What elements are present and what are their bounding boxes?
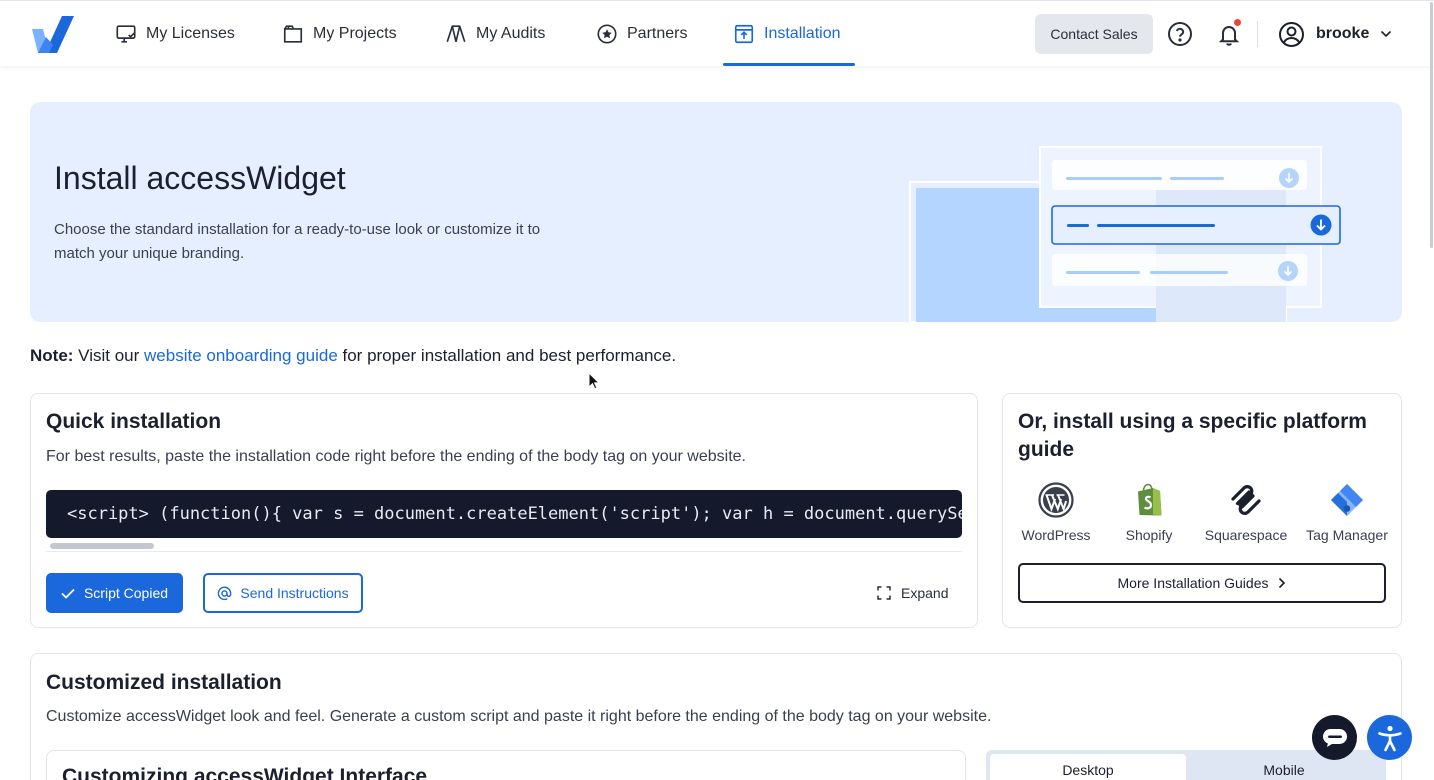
installation-code: <script> (function(){ var s = document.c… [67,504,962,524]
wordpress-icon [1038,482,1074,518]
top-navigation: My Licenses My Projects My Audits Partne… [0,0,1434,66]
platform-guides-title: Or, install using a specific platform gu… [1018,410,1367,461]
customized-installation-card: Customized installation Customize access… [30,653,1402,780]
expand-icon [877,586,891,600]
username: brooke [1316,25,1370,42]
nav-partners[interactable]: Partners [596,1,687,67]
at-sign-icon [218,586,232,600]
installation-code-box[interactable]: <script> (function(){ var s = document.c… [46,490,962,538]
squarespace-label: Squarespace [1204,527,1288,543]
platform-tag-manager[interactable]: Tag Manager [1299,482,1395,544]
quick-installation-description: For best results, paste the installation… [46,448,746,465]
quick-installation-title: Quick installation [46,410,222,433]
tab-desktop[interactable]: Desktop [990,754,1186,780]
code-horizontal-scrollbar[interactable] [46,540,962,552]
page-scrollbar[interactable] [1430,2,1433,248]
licenses-icon [116,25,136,43]
accessibility-person-icon [1377,725,1402,751]
check-icon [61,588,75,599]
installation-illustration [909,146,1341,322]
install-hero-banner: Install accessWidget Choose the standard… [30,102,1402,322]
customized-installation-description: Customize accessWidget look and feel. Ge… [46,708,992,725]
onboarding-guide-link[interactable]: website onboarding guide [144,346,338,365]
nav-my-projects[interactable]: My Projects [282,1,397,67]
scrollbar-thumb[interactable] [50,543,154,549]
platform-squarespace[interactable]: Squarespace [1198,482,1294,544]
chat-widget-button[interactable] [1312,715,1357,760]
user-menu[interactable]: brooke [1278,1,1392,67]
tag-manager-icon [1331,484,1363,516]
customizing-interface-title: Customizing accessWidget Interface [62,765,428,780]
customizing-interface-panel: Customizing accessWidget Interface [46,750,966,780]
more-installation-guides-button[interactable]: More Installation Guides [1018,563,1386,603]
nav-installation[interactable]: Installation [733,1,841,67]
platform-guides-card: Or, install using a specific platform gu… [1002,393,1402,628]
partners-star-icon [597,24,617,44]
squarespace-icon [1231,485,1261,515]
chat-bubble-icon [1322,728,1347,747]
script-copied-label: Script Copied [83,585,169,601]
nav-partners-label: Partners [627,25,688,42]
chevron-down-icon [1381,30,1392,38]
expand-label: Expand [901,585,949,601]
quick-installation-card: Quick installation For best results, pas… [30,393,978,628]
note-text-after: for proper installation and best perform… [337,346,677,365]
send-instructions-label: Send Instructions [240,585,349,601]
active-tab-indicator [723,63,855,66]
script-copied-button[interactable]: Script Copied [46,573,183,613]
nav-my-audits-label: My Audits [476,25,546,42]
nav-my-audits[interactable]: My Audits [445,1,545,67]
audits-icon [446,25,466,43]
projects-icon [283,25,303,43]
wordpress-label: WordPress [1021,527,1091,543]
nav-my-projects-label: My Projects [313,25,397,42]
nav-my-licenses-label: My Licenses [146,25,235,42]
tab-mobile[interactable]: Mobile [1186,754,1382,780]
contact-sales-button[interactable]: Contact Sales [1035,14,1153,54]
help-icon[interactable] [1167,21,1193,47]
nav-my-licenses[interactable]: My Licenses [115,1,235,67]
accessibility-widget-button[interactable] [1367,715,1412,760]
accessibe-logo[interactable] [31,15,75,55]
tag-manager-label: Tag Manager [1306,527,1388,543]
user-avatar-icon [1279,21,1304,47]
header-divider [1257,21,1258,47]
platform-list: WordPress Shopify Squarespace Tag Manage… [1013,482,1395,544]
chevron-right-icon [1279,577,1286,589]
page-title: Install accessWidget [54,160,346,196]
platform-shopify[interactable]: Shopify [1101,482,1197,544]
note-text-before: Visit our [73,346,145,365]
send-instructions-button[interactable]: Send Instructions [203,573,363,613]
expand-button[interactable]: Expand [877,573,948,613]
mouse-cursor-icon [588,372,600,390]
notification-badge [1233,18,1242,27]
shopify-icon [1138,483,1162,516]
more-guides-label: More Installation Guides [1117,575,1269,591]
nav-installation-label: Installation [764,25,841,42]
installation-icon [734,24,754,44]
onboarding-note: Note: Visit our website onboarding guide… [30,346,676,366]
customized-installation-title: Customized installation [46,671,282,694]
note-prefix: Note: [30,346,74,365]
platform-wordpress[interactable]: WordPress [1008,482,1104,544]
hero-description: Choose the standard installation for a r… [54,221,541,262]
shopify-label: Shopify [1125,527,1173,543]
